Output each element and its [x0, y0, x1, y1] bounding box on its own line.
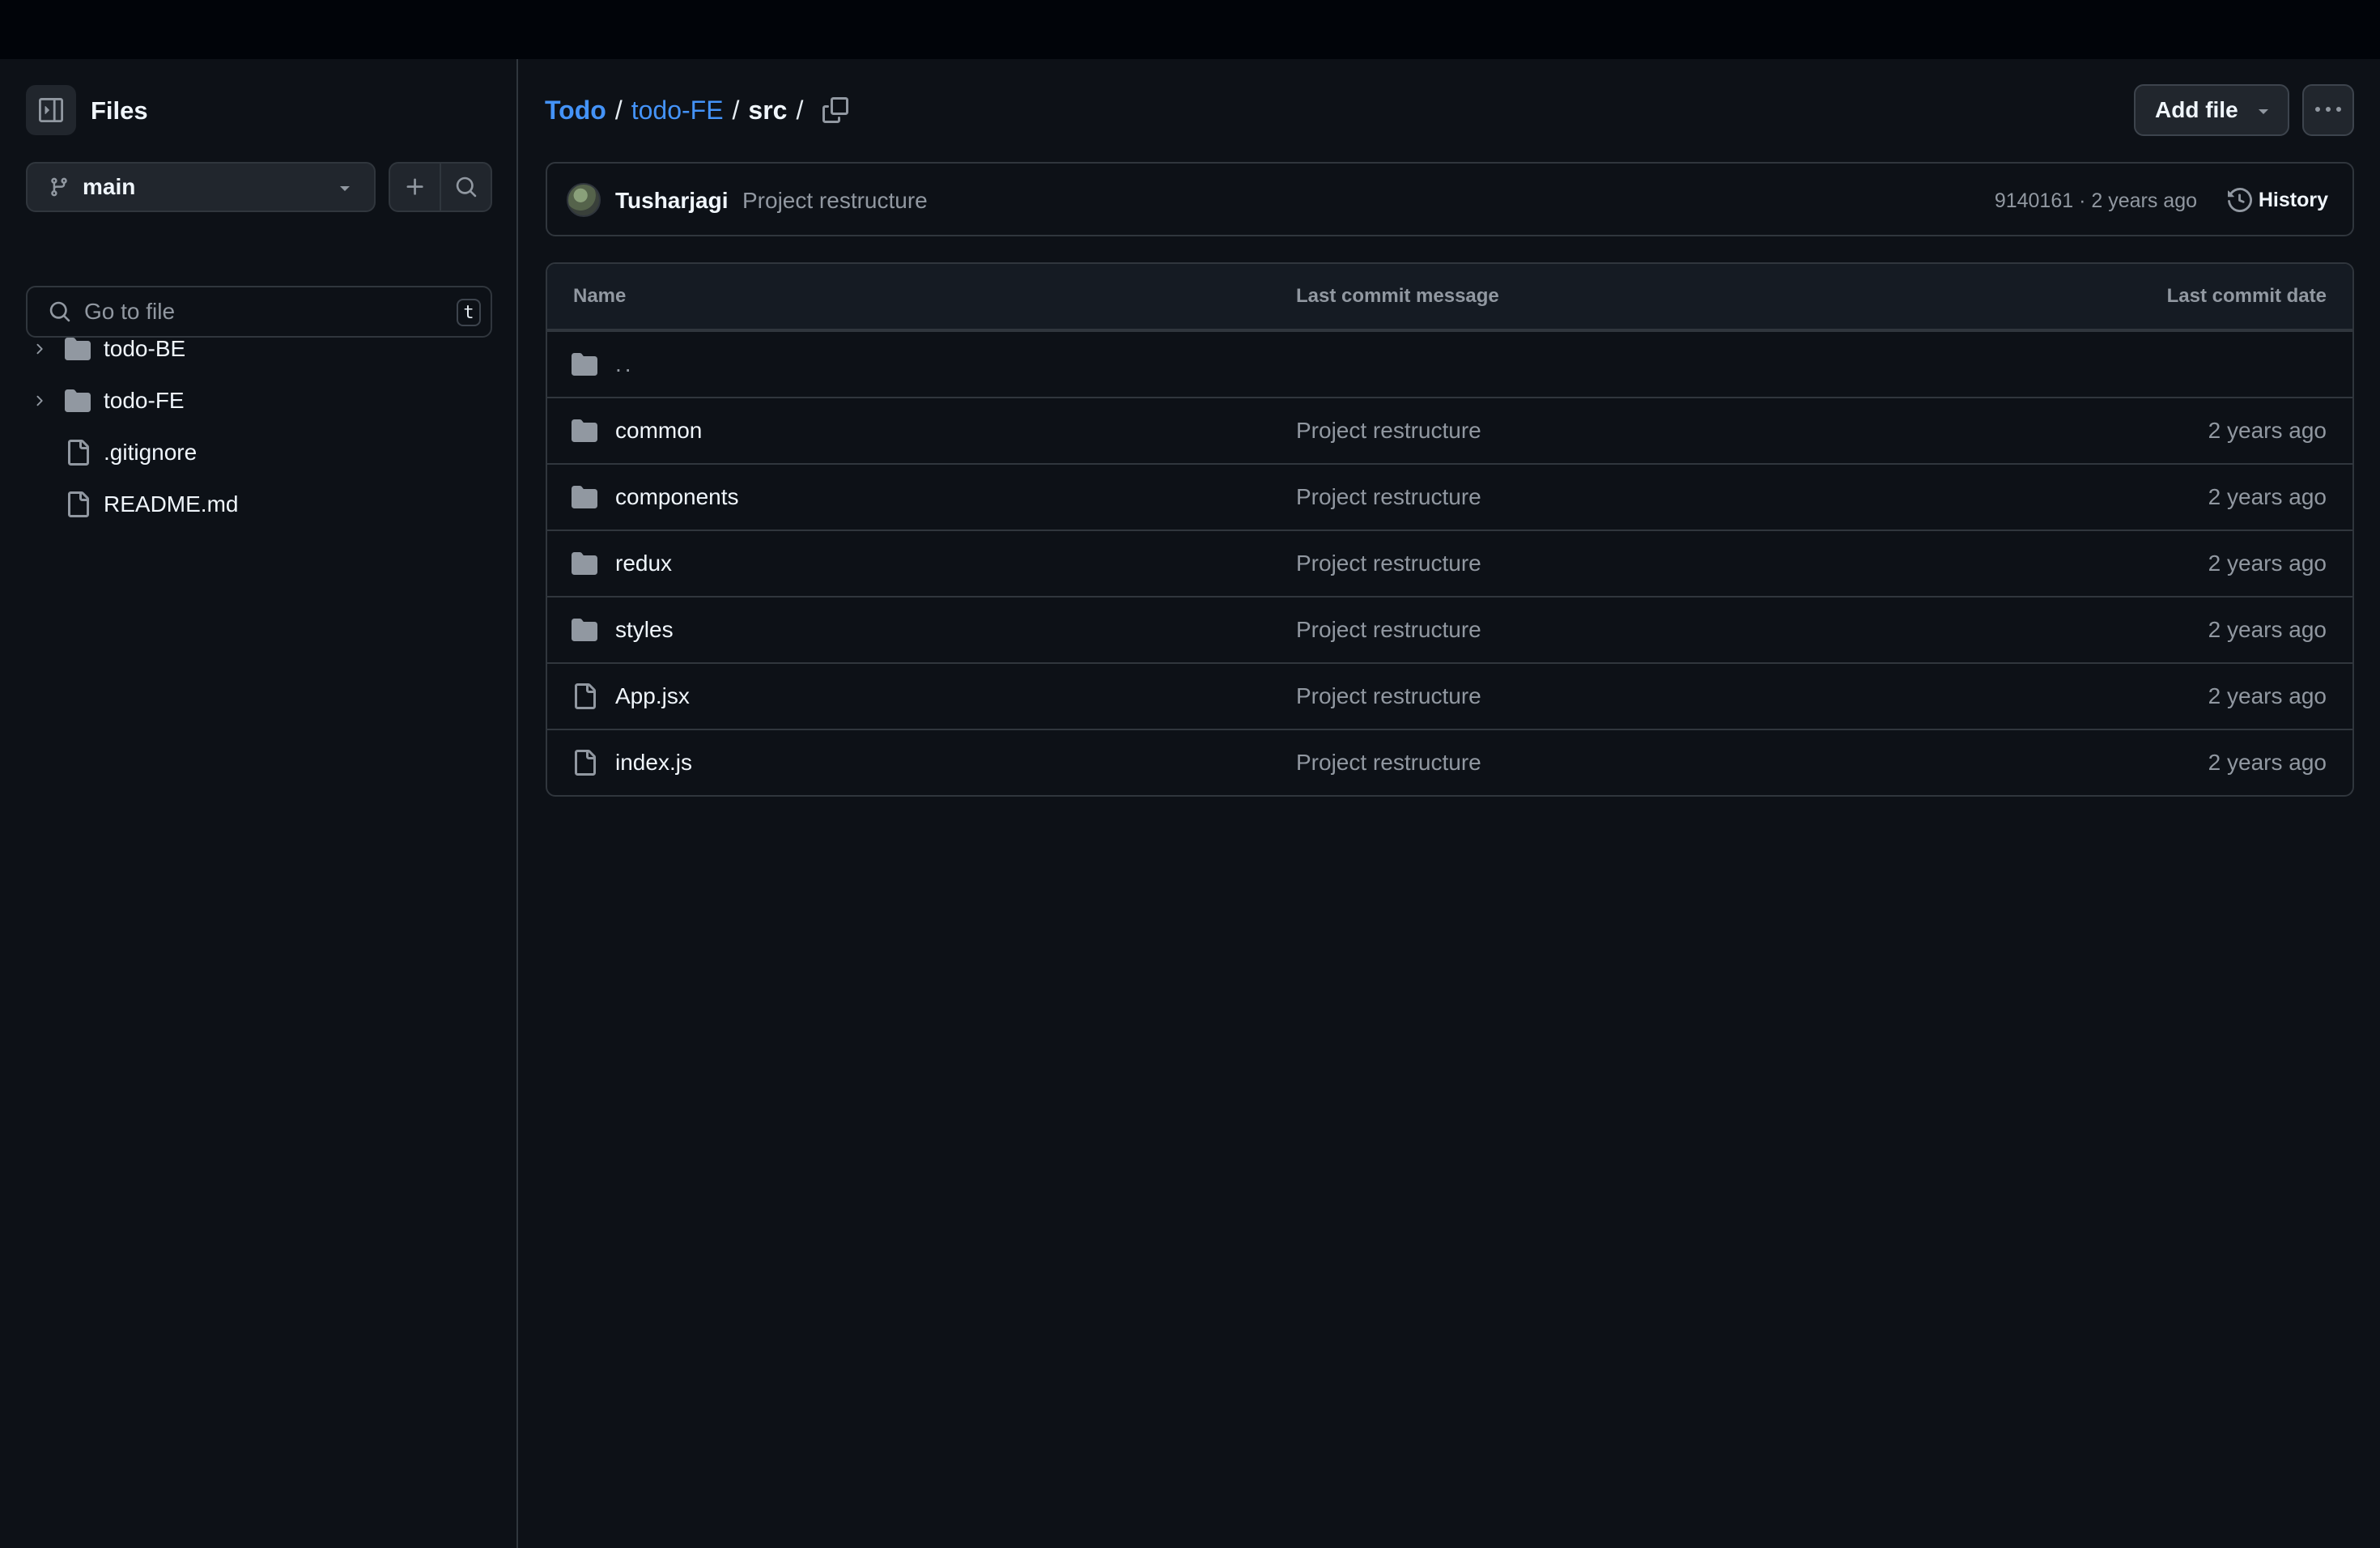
sidebar-title: Files [91, 96, 148, 125]
folder-icon [572, 619, 597, 641]
file-name-link[interactable]: components [615, 465, 739, 529]
caret-down-icon [340, 186, 350, 191]
more-options-button[interactable] [2302, 84, 2354, 136]
breadcrumb-dir-link[interactable]: todo-FE [631, 96, 724, 125]
commit-hash-and-time[interactable]: 9140161 · 2 years ago [1995, 186, 2197, 215]
chevron-right-icon[interactable] [31, 393, 47, 409]
copy-icon [822, 97, 848, 123]
tree-item-readme[interactable]: README.md [0, 478, 518, 530]
tree-item-label: todo-FE [104, 388, 185, 413]
folder-icon [572, 552, 597, 575]
add-file-label: Add file [2155, 97, 2238, 122]
tree-item-label: todo-BE [104, 336, 186, 361]
keyboard-shortcut-hint: t [457, 299, 481, 326]
folder-icon [572, 486, 597, 508]
column-header-date: Last commit date [2166, 285, 2327, 307]
row-commit-message[interactable]: Project restructure [1296, 465, 1481, 529]
row-commit-message[interactable]: Project restructure [1296, 398, 1481, 463]
copy-path-button[interactable] [819, 94, 852, 126]
file-name-link[interactable]: App.jsx [615, 664, 690, 729]
add-file-button[interactable] [390, 164, 441, 211]
tree-item-todo-fe[interactable]: todo-FE [0, 375, 518, 427]
table-row[interactable]: common Project restructure 2 years ago [547, 397, 2352, 463]
breadcrumb: Todo / todo-FE / src / [545, 91, 812, 130]
file-icon [68, 440, 89, 466]
table-row[interactable]: App.jsx Project restructure 2 years ago [547, 662, 2352, 729]
add-file-dropdown-button[interactable]: Add file [2134, 84, 2289, 136]
row-commit-date: 2 years ago [2208, 484, 2327, 509]
file-name-link[interactable]: index.js [615, 730, 692, 795]
folder-icon [65, 338, 91, 360]
table-row[interactable]: redux Project restructure 2 years ago [547, 529, 2352, 596]
table-row-parent-directory[interactable]: .. [547, 330, 2352, 397]
breadcrumb-separator: / [614, 95, 623, 125]
folder-icon [572, 419, 597, 442]
git-branch-icon [51, 177, 67, 197]
column-header-message: Last commit message [1296, 285, 1499, 307]
collapse-sidebar-button[interactable] [26, 85, 76, 135]
row-commit-date: 2 years ago [2208, 683, 2327, 708]
row-commit-message[interactable]: Project restructure [1296, 664, 1481, 729]
sidebar-collapse-icon [39, 98, 63, 122]
kebab-horizontal-icon [2315, 107, 2341, 112]
tree-item-label: README.md [104, 491, 239, 517]
branch-name: main [83, 174, 136, 199]
file-table: Name Last commit message Last commit dat… [546, 262, 2354, 797]
history-button[interactable]: History [2227, 181, 2328, 219]
branch-selector[interactable]: main [26, 162, 376, 212]
parent-directory-link[interactable]: .. [615, 332, 635, 397]
row-commit-date: 2 years ago [2208, 617, 2327, 642]
tree-item-label: .gitignore [104, 440, 198, 465]
history-label: History [2258, 188, 2328, 211]
search-tree-button[interactable] [441, 164, 491, 211]
breadcrumb-current: src [748, 95, 788, 125]
breadcrumb-separator: / [732, 95, 740, 125]
tree-item-todo-be[interactable]: todo-BE [0, 323, 518, 375]
column-header-name: Name [573, 285, 627, 307]
latest-commit-box: Tusharjagi Project restructure 9140161 ·… [546, 162, 2354, 236]
table-row[interactable]: styles Project restructure 2 years ago [547, 596, 2352, 662]
go-to-file-placeholder: Go to file [84, 299, 176, 324]
table-row[interactable]: components Project restructure 2 years a… [547, 463, 2352, 529]
row-commit-date: 2 years ago [2208, 551, 2327, 576]
folder-icon [65, 389, 91, 412]
row-commit-date: 2 years ago [2208, 418, 2327, 443]
row-commit-message[interactable]: Project restructure [1296, 531, 1481, 596]
author-avatar[interactable] [567, 183, 601, 217]
file-icon [575, 750, 596, 776]
file-name-link[interactable]: styles [615, 598, 674, 662]
tree-item-gitignore[interactable]: .gitignore [0, 427, 518, 478]
row-commit-message[interactable]: Project restructure [1296, 598, 1481, 662]
breadcrumb-repo-link[interactable]: Todo [545, 96, 606, 125]
row-commit-message[interactable]: Project restructure [1296, 730, 1481, 795]
commit-author[interactable]: Tusharjagi [615, 185, 729, 217]
search-icon [49, 301, 70, 322]
file-icon [575, 683, 596, 709]
window-top-bar [0, 0, 2380, 59]
table-header: Name Last commit message Last commit dat… [547, 264, 2352, 330]
caret-down-icon [2259, 109, 2268, 114]
plus-icon [406, 178, 423, 195]
tree-actions [389, 162, 492, 212]
file-name-link[interactable]: common [615, 398, 702, 463]
row-commit-date: 2 years ago [2208, 750, 2327, 775]
file-tree-sidebar: Files main Go to file t todo-BE todo-FE … [0, 59, 518, 1548]
table-row[interactable]: index.js Project restructure 2 years ago [547, 729, 2352, 795]
file-name-link[interactable]: redux [615, 531, 672, 596]
folder-icon [572, 353, 597, 376]
search-icon [456, 176, 476, 198]
breadcrumb-separator: / [796, 95, 804, 125]
chevron-right-icon[interactable] [31, 341, 47, 357]
file-icon [68, 491, 89, 517]
history-icon [2227, 188, 2252, 212]
commit-message[interactable]: Project restructure [742, 185, 928, 217]
